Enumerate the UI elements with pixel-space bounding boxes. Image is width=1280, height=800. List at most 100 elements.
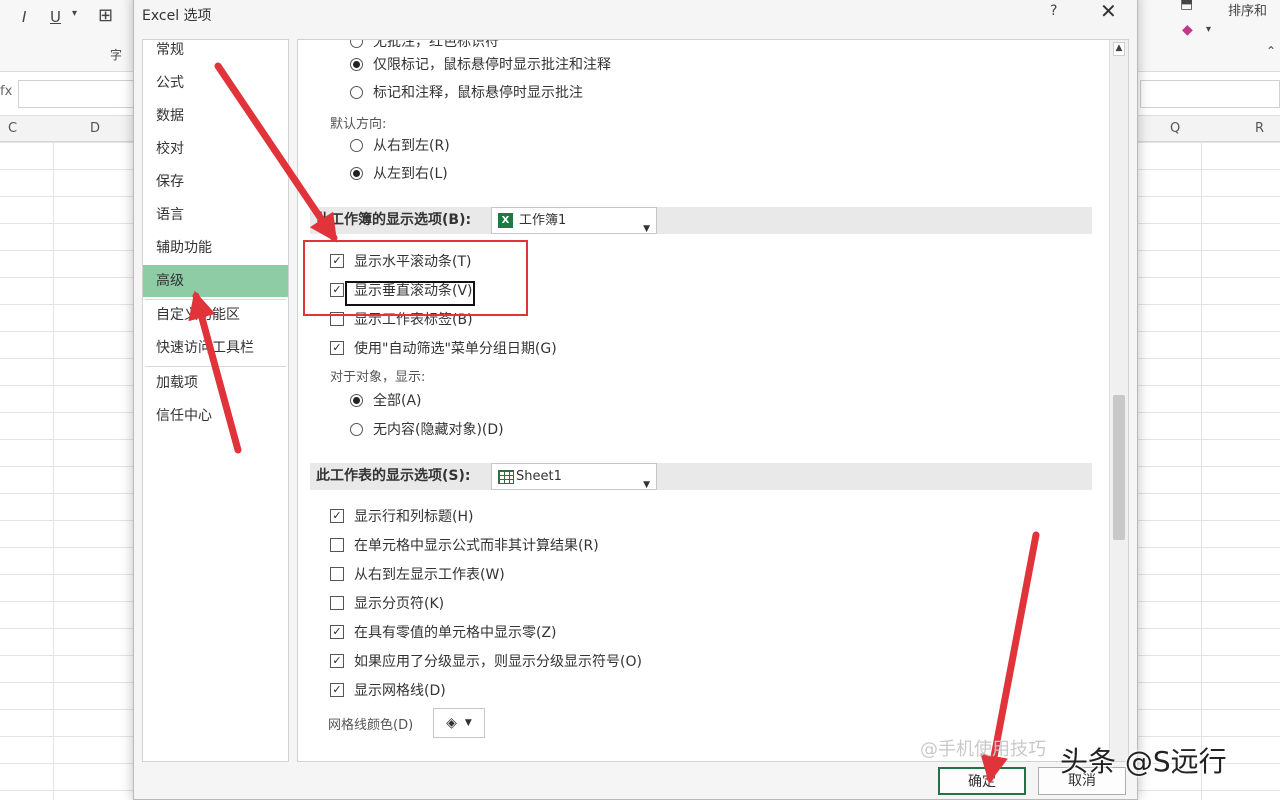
help-icon[interactable]: ? <box>1050 3 1057 19</box>
direction-rtl-label: 从右到左(R) <box>373 138 450 154</box>
eraser-dropdown-icon[interactable]: ▾ <box>1206 24 1211 35</box>
checkbox-checked-icon: ✓ <box>330 683 344 697</box>
workbook-display-section-title: 此工作簿的显示选项(B): <box>316 212 472 228</box>
nav-item-proofing[interactable]: 校对 <box>143 133 288 165</box>
chevron-down-icon: ▼ <box>643 224 650 234</box>
radio-icon <box>350 85 363 99</box>
scrollbar-thumb[interactable] <box>1113 395 1125 540</box>
sort-icon[interactable]: ⬒ <box>1180 0 1193 12</box>
watermark-text: 头条 @S远行 <box>1060 745 1227 778</box>
comments-radio-indicator[interactable]: 仅限标记，鼠标悬停时显示批注和注释 <box>350 54 611 74</box>
column-header-d[interactable]: D <box>90 121 100 136</box>
sheet-select-value: Sheet1 <box>516 469 562 484</box>
objects-none-label: 无内容(隐藏对象)(D) <box>373 422 504 438</box>
sheet-right-to-left-label: 从右到左显示工作表(W) <box>354 567 505 583</box>
radio-icon <box>350 393 363 407</box>
workbook-select[interactable]: X 工作簿1 ▼ <box>491 207 657 234</box>
nav-item-data[interactable]: 数据 <box>143 100 288 132</box>
objects-all-radio[interactable]: 全部(A) <box>350 390 422 410</box>
formula-fx-icon: fx <box>0 84 13 99</box>
direction-ltr-label: 从左到右(L) <box>373 166 448 182</box>
show-zero-values-checkbox[interactable]: ✓ 在具有零值的单元格中显示零(Z) <box>330 622 557 642</box>
chevron-down-icon: ▼ <box>464 718 472 728</box>
comments-radio-all[interactable]: 标记和注释，鼠标悬停时显示批注 <box>350 82 583 102</box>
show-gridlines-checkbox[interactable]: ✓ 显示网格线(D) <box>330 680 446 700</box>
ribbon-collapse-icon[interactable]: ⌃ <box>1266 44 1276 58</box>
show-formulas-checkbox[interactable]: 在单元格中显示公式而非其计算结果(R) <box>330 535 599 555</box>
radio-icon <box>350 138 363 152</box>
show-zero-values-label: 在具有零值的单元格中显示零(Z) <box>354 625 557 641</box>
comments-option-all-label: 标记和注释，鼠标悬停时显示批注 <box>373 85 583 101</box>
radio-icon <box>350 40 363 48</box>
show-page-breaks-checkbox[interactable]: 显示分页符(K) <box>330 593 444 613</box>
sheet-right-to-left-checkbox[interactable]: 从右到左显示工作表(W) <box>330 564 505 584</box>
show-row-column-headers-checkbox[interactable]: ✓ 显示行和列标题(H) <box>330 506 473 526</box>
chevron-down-icon: ▼ <box>643 480 650 490</box>
sheet-display-section-header: 此工作表的显示选项(S): Sheet1 ▼ <box>310 463 1092 490</box>
nav-item-quick-access[interactable]: 快速访问工具栏 <box>143 332 288 364</box>
excel-options-dialog: Excel 选项 ? ✕ 常规 公式 数据 校对 保存 语言 辅助功能 高级 自… <box>133 0 1138 800</box>
comments-radio-partial[interactable]: 无批注，红色标识符 <box>350 39 499 51</box>
group-dates-autofilter-label: 使用"自动筛选"菜单分组日期(G) <box>354 341 557 357</box>
workbook-display-section-header: 此工作簿的显示选项(B): X 工作簿1 ▼ <box>310 207 1092 234</box>
nav-item-trust-center[interactable]: 信任中心 <box>143 400 288 432</box>
italic-button[interactable]: I <box>22 8 26 26</box>
objects-show-label: 对于对象，显示: <box>330 370 426 385</box>
nav-item-language[interactable]: 语言 <box>143 199 288 231</box>
border-icon[interactable]: ⊞ <box>98 5 113 26</box>
nav-item-accessibility[interactable]: 辅助功能 <box>143 232 288 264</box>
comments-option-indicator-label: 仅限标记，鼠标悬停时显示批注和注释 <box>373 57 611 73</box>
direction-rtl-radio[interactable]: 从右到左(R) <box>350 135 450 155</box>
nav-item-customize-ribbon[interactable]: 自定义功能区 <box>143 299 288 331</box>
show-formulas-label: 在单元格中显示公式而非其计算结果(R) <box>354 538 599 554</box>
radio-icon <box>350 57 363 71</box>
checkbox-unchecked-icon <box>330 596 344 610</box>
close-icon[interactable]: ✕ <box>1100 0 1117 23</box>
nav-item-save[interactable]: 保存 <box>143 166 288 198</box>
sort-filter-label[interactable]: 排序和 <box>1228 0 1267 19</box>
worksheet-icon <box>498 469 514 484</box>
gridline-color-label: 网格线颜色(D) <box>328 718 414 733</box>
ok-button[interactable]: 确定 <box>938 767 1026 795</box>
nav-item-addins[interactable]: 加载项 <box>143 367 288 399</box>
watermark-faint-text: @手机使用技巧 <box>920 739 1046 760</box>
options-content: 无批注，红色标识符 仅限标记，鼠标悬停时显示批注和注释 标记和注释，鼠标悬停时显… <box>297 39 1129 762</box>
paint-bucket-icon: ◈ <box>446 715 457 731</box>
highlight-box-vertical-scrollbar <box>345 281 475 306</box>
column-header-r[interactable]: R <box>1255 121 1264 136</box>
default-direction-label: 默认方向: <box>330 117 387 132</box>
show-outline-symbols-label: 如果应用了分级显示，则显示分级显示符号(O) <box>354 654 642 670</box>
nav-item-formulas[interactable]: 公式 <box>143 67 288 99</box>
dialog-title: Excel 选项 <box>142 8 212 24</box>
sheet-select[interactable]: Sheet1 ▼ <box>491 463 657 490</box>
font-group-label: 字 <box>110 48 123 62</box>
formula-input-right[interactable] <box>1140 80 1280 108</box>
radio-icon <box>350 166 363 180</box>
underline-dropdown-icon[interactable]: ▾ <box>72 8 77 19</box>
group-dates-autofilter-checkbox[interactable]: ✓ 使用"自动筛选"菜单分组日期(G) <box>330 338 557 358</box>
nav-item-general[interactable]: 常规 <box>143 34 288 66</box>
show-gridlines-label: 显示网格线(D) <box>354 683 446 699</box>
underline-button[interactable]: U <box>50 8 61 26</box>
formula-input[interactable] <box>18 80 138 108</box>
direction-ltr-radio[interactable]: 从左到右(L) <box>350 163 448 183</box>
objects-none-radio[interactable]: 无内容(隐藏对象)(D) <box>350 419 504 439</box>
checkbox-checked-icon: ✓ <box>330 341 344 355</box>
column-header-q[interactable]: Q <box>1170 121 1180 136</box>
eraser-icon[interactable]: ◆ <box>1182 22 1193 38</box>
workbook-select-value: 工作簿1 <box>519 213 567 228</box>
content-scrollbar[interactable]: ▲ <box>1109 40 1128 761</box>
show-outline-symbols-checkbox[interactable]: ✓ 如果应用了分级显示，则显示分级显示符号(O) <box>330 651 642 671</box>
excel-file-icon: X <box>498 213 513 228</box>
nav-item-advanced[interactable]: 高级 <box>143 265 288 297</box>
column-header-c[interactable]: C <box>8 121 17 136</box>
checkbox-unchecked-icon <box>330 538 344 552</box>
options-nav: 常规 公式 数据 校对 保存 语言 辅助功能 高级 自定义功能区 快速访问工具栏… <box>142 39 289 762</box>
show-page-breaks-label: 显示分页符(K) <box>354 596 445 612</box>
checkbox-unchecked-icon <box>330 567 344 581</box>
objects-all-label: 全部(A) <box>373 393 422 409</box>
checkbox-checked-icon: ✓ <box>330 509 344 523</box>
scroll-up-icon[interactable]: ▲ <box>1113 42 1125 56</box>
comments-option-partial-label: 无批注，红色标识符 <box>373 39 499 50</box>
gridline-color-picker[interactable]: ◈ ▼ <box>433 708 485 738</box>
